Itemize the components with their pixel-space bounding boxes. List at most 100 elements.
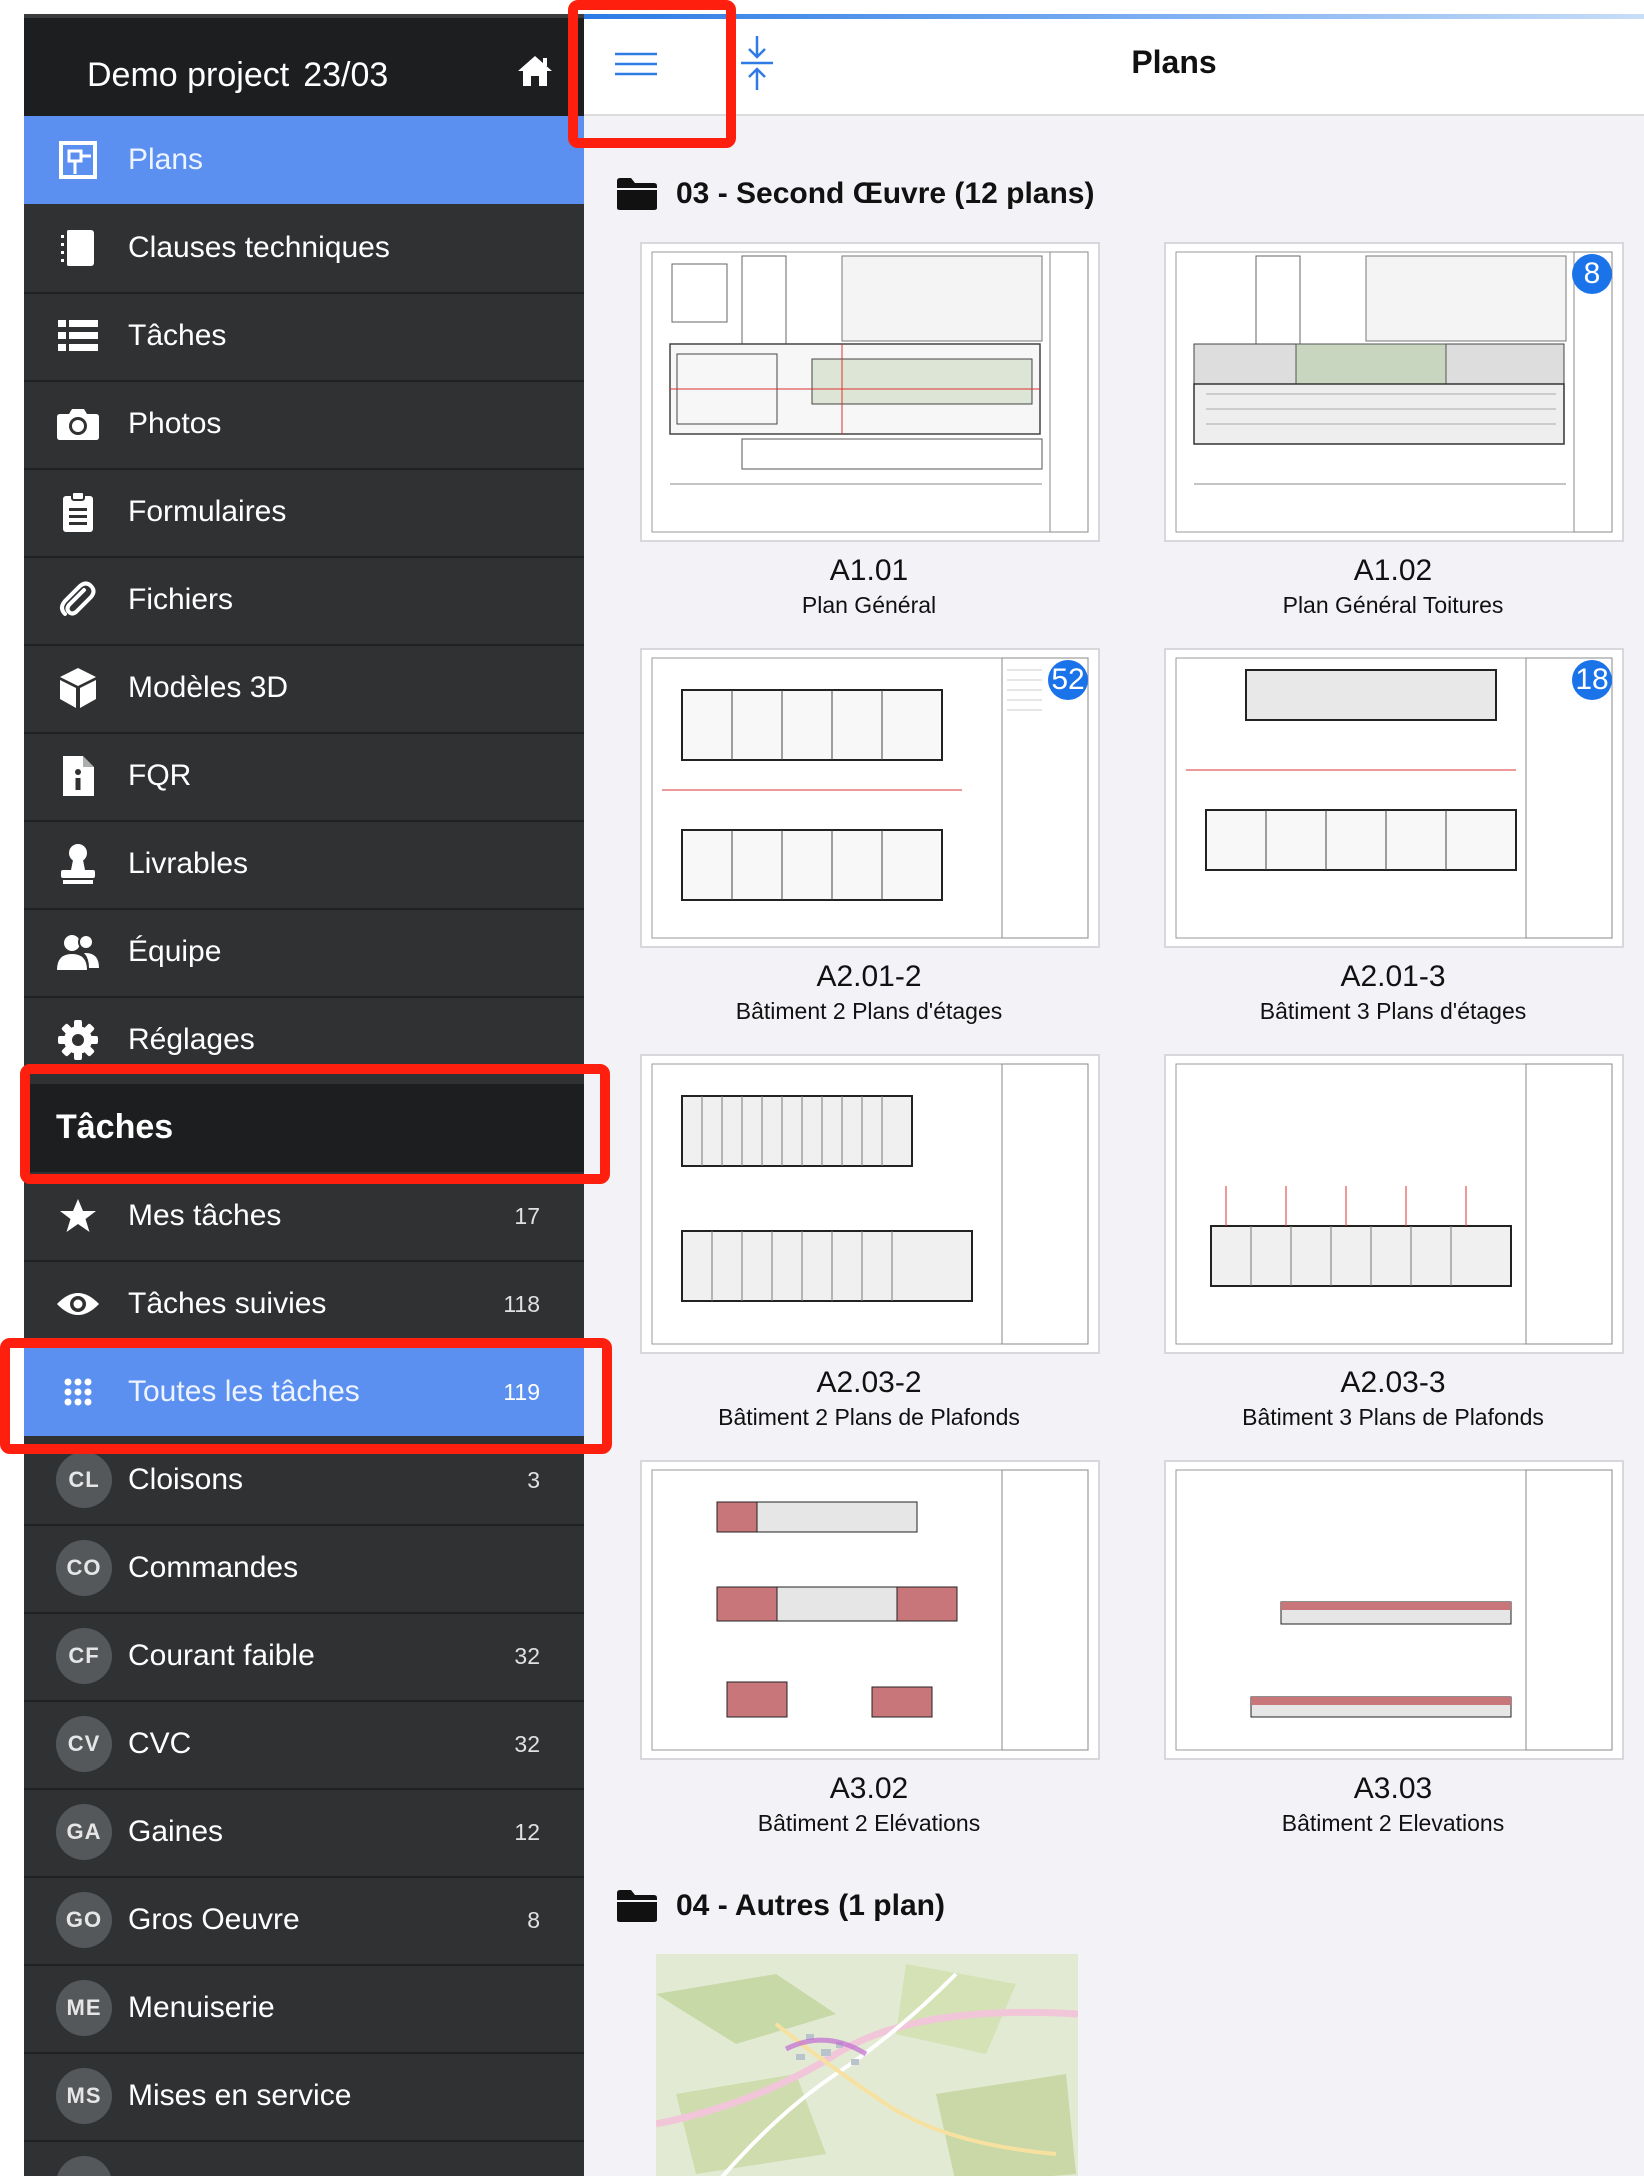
filter-mes-taches[interactable]: Mes tâches 17 bbox=[24, 1172, 584, 1262]
category-partial[interactable] bbox=[24, 2140, 584, 2176]
plan-code: A2.01-3 bbox=[1340, 960, 1446, 993]
nav-label: Clauses techniques bbox=[128, 231, 390, 264]
plan-code: A2.03-3 bbox=[1340, 1366, 1446, 1399]
project-title[interactable]: Demo project 23/03 bbox=[87, 56, 388, 95]
plan-code: A1.01 bbox=[829, 554, 909, 587]
folder-icon bbox=[617, 1890, 657, 1922]
clipboard-icon bbox=[56, 490, 100, 534]
nav-label: Photos bbox=[128, 407, 222, 440]
nav-taches[interactable]: Tâches bbox=[24, 292, 584, 382]
nav-label: Équipe bbox=[128, 935, 222, 968]
cube-icon bbox=[56, 666, 100, 710]
plan-thumbnail[interactable] bbox=[1164, 1460, 1624, 1760]
eye-icon bbox=[56, 1282, 100, 1326]
category-courant-faible[interactable]: CF Courant faible 32 bbox=[24, 1612, 584, 1702]
highlight-section-taches bbox=[20, 1064, 610, 1184]
plan-code: A3.02 bbox=[829, 1772, 909, 1805]
plan-thumbnail[interactable] bbox=[640, 242, 1100, 542]
category-menuiserie[interactable]: ME Menuiserie bbox=[24, 1964, 584, 2054]
nav-plans[interactable]: Plans bbox=[24, 116, 584, 204]
category-avatar bbox=[56, 2156, 112, 2176]
plan-name: Bâtiment 3 Plans de Plafonds bbox=[1242, 1404, 1544, 1430]
map-thumbnail[interactable] bbox=[656, 1954, 1078, 2176]
category-avatar: CO bbox=[56, 1540, 112, 1596]
category-avatar: GA bbox=[56, 1804, 112, 1860]
project-name: Demo project bbox=[87, 56, 290, 94]
nav-equipe[interactable]: Équipe bbox=[24, 908, 584, 998]
camera-icon bbox=[56, 402, 100, 446]
stamp-icon bbox=[56, 842, 100, 886]
category-gros-oeuvre[interactable]: GO Gros Oeuvre 8 bbox=[24, 1876, 584, 1966]
plans-list: 03 - Second Œuvre (12 plans) A1.01 Plan … bbox=[584, 116, 1644, 2176]
plan-thumbnail[interactable]: 8 bbox=[1164, 242, 1624, 542]
category-avatar: CV bbox=[56, 1716, 112, 1772]
filter-count: 17 bbox=[514, 1203, 540, 1229]
plan-thumbnail[interactable] bbox=[1164, 1054, 1624, 1354]
loading-progress-line bbox=[584, 14, 1644, 19]
nav-livrables[interactable]: Livrables bbox=[24, 820, 584, 910]
plan-name: Bâtiment 2 Elevations bbox=[1281, 1810, 1505, 1836]
category-gaines[interactable]: GA Gaines 12 bbox=[24, 1788, 584, 1878]
nav-formulaires[interactable]: Formulaires bbox=[24, 468, 584, 558]
star-icon bbox=[56, 1194, 100, 1238]
project-date: 23/03 bbox=[303, 56, 389, 94]
folder-header[interactable]: 03 - Second Œuvre (12 plans) bbox=[616, 172, 1094, 216]
category-label: Courant faible bbox=[128, 1639, 315, 1672]
annotation-count-badge: 18 bbox=[1572, 660, 1612, 700]
team-icon bbox=[56, 930, 100, 974]
page-title: Plans bbox=[1131, 44, 1217, 80]
nav-photos[interactable]: Photos bbox=[24, 380, 584, 470]
folder-name: 03 - Second Œuvre (12 plans) bbox=[676, 177, 1095, 210]
plan-name: Plan Général Toitures bbox=[1282, 592, 1504, 618]
category-label: Menuiserie bbox=[128, 1991, 275, 2024]
plan-name: Bâtiment 2 Plans d'étages bbox=[735, 998, 1003, 1024]
plan-name: Bâtiment 3 Plans d'étages bbox=[1259, 998, 1527, 1024]
nav-fqr[interactable]: FQR bbox=[24, 732, 584, 822]
plan-thumbnail[interactable] bbox=[640, 1054, 1100, 1354]
category-cvc[interactable]: CV CVC 32 bbox=[24, 1700, 584, 1790]
plan-code: A3.03 bbox=[1353, 1772, 1433, 1805]
folder-icon bbox=[617, 178, 657, 210]
plan-thumbnail[interactable]: 52 bbox=[640, 648, 1100, 948]
category-avatar: CL bbox=[56, 1452, 112, 1508]
category-label: Commandes bbox=[128, 1551, 299, 1584]
notebook-icon bbox=[56, 226, 100, 270]
category-avatar: GO bbox=[56, 1892, 112, 1948]
category-label: Cloisons bbox=[128, 1463, 244, 1496]
category-label: Gaines bbox=[128, 1815, 224, 1848]
plan-code: A2.03-2 bbox=[816, 1366, 922, 1399]
plans-icon bbox=[56, 138, 100, 182]
filter-count: 118 bbox=[503, 1291, 540, 1317]
plan-thumbnail[interactable]: 18 bbox=[1164, 648, 1624, 948]
highlight-menu-button bbox=[568, 0, 736, 148]
category-avatar: CF bbox=[56, 1628, 112, 1684]
category-label: Mises en service bbox=[128, 2079, 352, 2112]
list-icon bbox=[56, 314, 100, 358]
filter-taches-suivies[interactable]: Tâches suivies 118 bbox=[24, 1260, 584, 1350]
plan-name: Bâtiment 2 Plans de Plafonds bbox=[718, 1404, 1020, 1430]
home-icon[interactable] bbox=[516, 54, 554, 88]
nav-label: FQR bbox=[128, 759, 192, 792]
nav-fichiers[interactable]: Fichiers bbox=[24, 556, 584, 646]
plan-name: Plan Général bbox=[801, 592, 937, 618]
gear-icon bbox=[56, 1018, 100, 1062]
nav-label: Formulaires bbox=[128, 495, 287, 528]
category-mises-en-service[interactable]: MS Mises en service bbox=[24, 2052, 584, 2142]
plan-thumbnail[interactable] bbox=[640, 1460, 1100, 1760]
nav-modeles-3d[interactable]: Modèles 3D bbox=[24, 644, 584, 734]
category-count: 12 bbox=[514, 1819, 540, 1845]
nav-label: Modèles 3D bbox=[128, 671, 289, 704]
paperclip-icon bbox=[56, 578, 100, 622]
category-commandes[interactable]: CO Commandes bbox=[24, 1524, 584, 1614]
nav-label: Réglages bbox=[128, 1023, 255, 1056]
folder-header[interactable]: 04 - Autres (1 plan) bbox=[616, 1884, 945, 1928]
nav-label: Tâches bbox=[128, 319, 227, 352]
annotation-count-badge: 52 bbox=[1048, 660, 1088, 700]
nav-label: Fichiers bbox=[128, 583, 234, 616]
filter-label: Mes tâches bbox=[128, 1199, 282, 1232]
nav-label: Livrables bbox=[128, 847, 249, 880]
nav-clauses-techniques[interactable]: Clauses techniques bbox=[24, 204, 584, 294]
plan-name: Bâtiment 2 Elévations bbox=[757, 1810, 981, 1836]
nav-label: Plans bbox=[128, 143, 204, 176]
category-label: Gros Oeuvre bbox=[128, 1903, 300, 1936]
